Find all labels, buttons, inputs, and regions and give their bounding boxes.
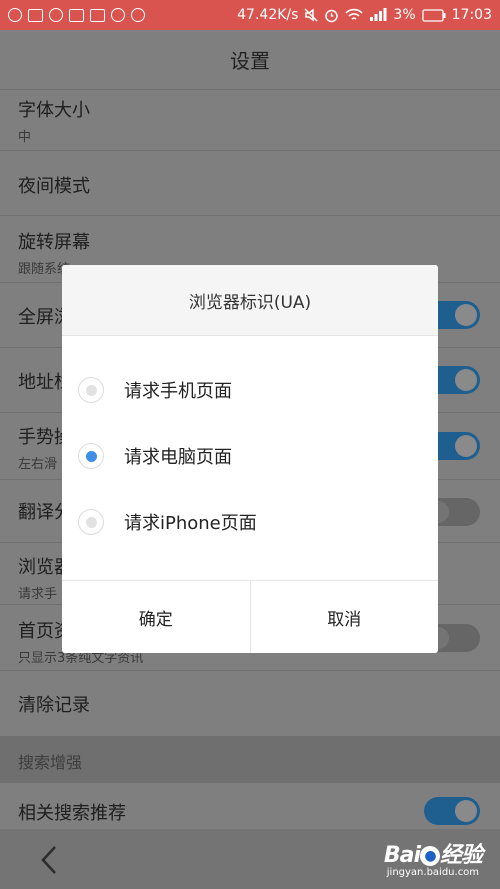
setting-night-mode[interactable]: 夜间模式 xyxy=(0,151,500,216)
setting-value: 中 xyxy=(18,130,32,145)
toggle-knob xyxy=(455,304,477,326)
globe-icon xyxy=(111,8,125,22)
ua-options: 请求手机页面 请求电脑页面 请求iPhone页面 xyxy=(62,357,438,555)
option-mobile[interactable]: 请求手机页面 xyxy=(62,357,438,423)
option-iphone[interactable]: 请求iPhone页面 xyxy=(62,489,438,555)
related-search-toggle[interactable] xyxy=(424,797,480,825)
page-title: 设置 xyxy=(230,49,270,73)
app-bar: 设置 xyxy=(0,30,500,90)
wifi-icon xyxy=(345,8,364,20)
setting-title: 旋转屏幕 xyxy=(18,232,90,253)
ua-dialog: 浏览器标识(UA) 请求手机页面 请求电脑页面 请求iPhone页面 确定 取消 xyxy=(62,265,438,653)
paw-icon xyxy=(49,8,63,22)
setting-related-search[interactable]: 相关搜索推荐 xyxy=(0,783,500,833)
section-title: 搜索增强 xyxy=(18,753,83,772)
option-desktop[interactable]: 请求电脑页面 xyxy=(62,423,438,489)
setting-title: 清除记录 xyxy=(18,695,90,716)
setting-clear-history[interactable]: 清除记录 xyxy=(0,671,500,737)
setting-font-size[interactable]: 字体大小 中 xyxy=(0,90,500,151)
setting-title: 字体大小 xyxy=(18,100,90,121)
radio-desktop[interactable] xyxy=(78,443,104,469)
toggle-knob xyxy=(455,800,477,822)
image-icon xyxy=(69,8,84,22)
paw-logo-icon: ● xyxy=(419,846,440,866)
section-header: 搜索增强 xyxy=(0,737,500,783)
option-label: 请求手机页面 xyxy=(124,381,232,402)
notification-icons xyxy=(8,8,145,22)
radio-dot xyxy=(86,385,97,396)
message-icon xyxy=(28,8,43,22)
radio-dot xyxy=(86,517,97,528)
radio-mobile[interactable] xyxy=(78,377,104,403)
toggle-knob xyxy=(455,435,477,457)
option-label: 请求电脑页面 xyxy=(124,447,232,468)
watermark-logo-cn: 经验 xyxy=(439,843,483,868)
alarm-icon xyxy=(325,9,339,22)
battery-icon xyxy=(421,8,446,22)
watermark-logo-text: Bai xyxy=(383,843,421,868)
status-bar: 47.42K/s 3% 17:03 xyxy=(0,0,500,30)
battery-percent: 3% xyxy=(393,7,416,23)
radio-iphone[interactable] xyxy=(78,509,104,535)
confirm-button[interactable]: 确定 xyxy=(62,581,250,653)
mute-icon xyxy=(304,8,318,22)
network-speed: 47.42K/s xyxy=(237,7,299,23)
clock: 17:03 xyxy=(451,7,492,23)
back-arrow-icon[interactable] xyxy=(38,845,60,875)
dialog-buttons: 确定 取消 xyxy=(62,580,438,653)
watermark-url: jingyan.baidu.com xyxy=(386,867,480,878)
more-dots-icon xyxy=(131,8,145,22)
bottom-nav-bar: Bai ● 经验 jingyan.baidu.com xyxy=(0,829,500,889)
cancel-button[interactable]: 取消 xyxy=(249,581,439,653)
option-label: 请求iPhone页面 xyxy=(124,513,257,534)
radio-dot xyxy=(86,451,97,462)
wechat-icon xyxy=(8,8,22,22)
dialog-header: 浏览器标识(UA) xyxy=(62,265,438,336)
baidu-jingyan-watermark: Bai ● 经验 jingyan.baidu.com xyxy=(383,837,483,878)
toggle-knob xyxy=(455,369,477,391)
signal-icon xyxy=(370,8,387,21)
dialog-title: 浏览器标识(UA) xyxy=(188,292,312,313)
setting-title: 夜间模式 xyxy=(18,176,90,197)
app-grid-icon xyxy=(90,8,105,22)
